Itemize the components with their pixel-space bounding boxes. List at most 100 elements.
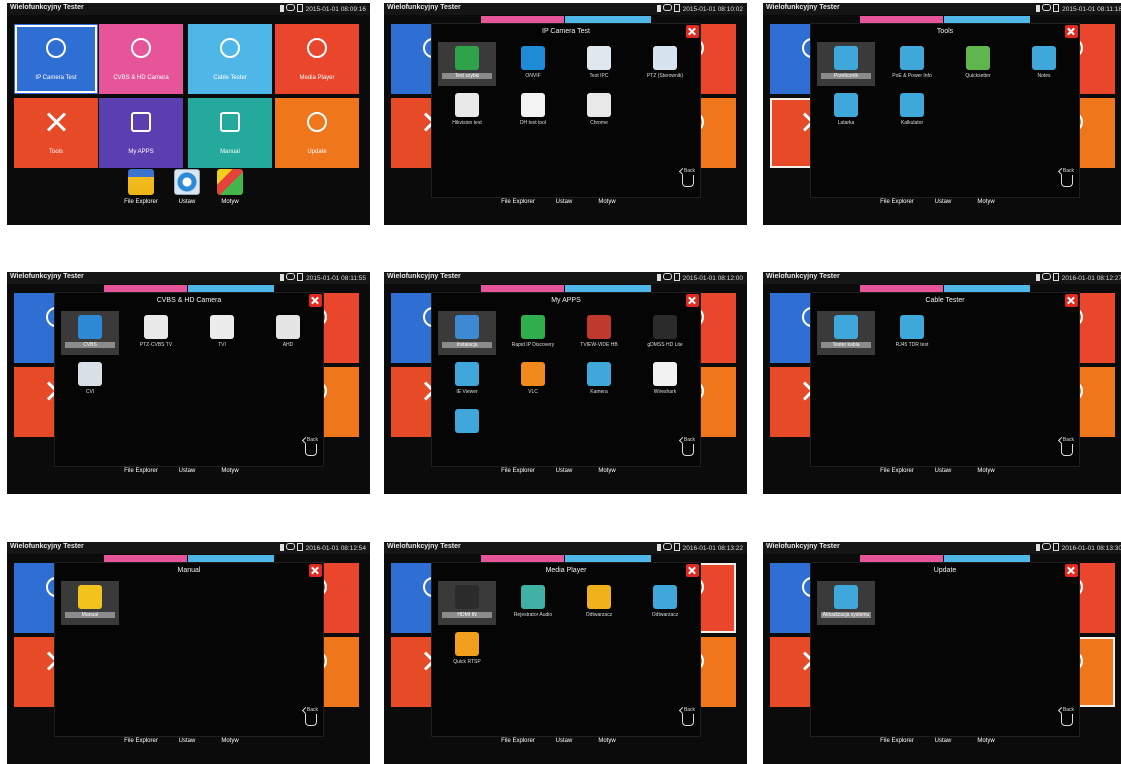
app-label: Przelicznik [821, 73, 871, 79]
app-item[interactable]: Rapid IP Discovery [504, 311, 562, 355]
app-item[interactable]: gDMSS HD Lite [636, 311, 694, 355]
sd-card-icon [297, 273, 304, 281]
dock-label: Motyw [977, 468, 995, 474]
tile-my-apps[interactable]: My APPS [99, 98, 183, 168]
close-icon[interactable] [309, 294, 322, 307]
app-item[interactable]: Test szybki [438, 42, 496, 86]
tile-cable-tester[interactable]: Cable Tester [188, 24, 272, 94]
device-screen: Wielofunkcyjny Tester 2016-01-01 08:12:27… [763, 272, 1121, 494]
sd-card-icon [673, 4, 680, 12]
app-item[interactable]: Wireshark [636, 358, 694, 402]
app-item[interactable]: DH test tool [504, 89, 562, 133]
theme-icon[interactable] [217, 169, 243, 195]
clock: 2015-01-01 08:12:00 [682, 275, 743, 282]
battery-icon [1035, 274, 1040, 281]
app-item[interactable]: RJ45 TDR test [883, 311, 941, 355]
app-item[interactable]: Tester kabla [817, 311, 875, 355]
back-icon[interactable] [682, 444, 694, 456]
back-icon[interactable] [682, 714, 694, 726]
dock-label: File Explorer [124, 468, 158, 474]
tile-label: Media Player [299, 75, 335, 81]
onvif-icon [521, 46, 545, 70]
app-label: Quicksetter [965, 73, 991, 79]
back-icon[interactable] [1061, 444, 1073, 456]
back-icon[interactable] [305, 714, 317, 726]
settings-icon[interactable] [174, 169, 200, 195]
app-item[interactable]: Quicksetter [949, 42, 1007, 86]
close-icon[interactable] [1065, 564, 1078, 577]
app-item[interactable]: PTZ (Sterownik) [636, 42, 694, 86]
cable-test-icon [834, 315, 858, 339]
battery-icon [1035, 544, 1040, 551]
status-bar: Wielofunkcyjny Tester 2015-01-01 08:10:02 [384, 3, 747, 15]
app-item[interactable]: Odtwarzacz [570, 581, 628, 625]
back-label: Back [1062, 707, 1074, 713]
close-icon[interactable] [686, 25, 699, 38]
app-item[interactable]: Przelicznik [817, 42, 875, 86]
device-screen: Wielofunkcyjny Tester 2016-01-01 08:12:54… [7, 542, 370, 764]
sd-card-icon [296, 543, 303, 551]
app-item[interactable]: Quick RTSP [438, 628, 496, 672]
app-item[interactable]: TVI [193, 311, 251, 355]
back-icon[interactable] [682, 175, 694, 187]
app-item[interactable]: VLC [504, 358, 562, 402]
device-screen: Wielofunkcyjny Tester 2016-01-01 08:13:30… [763, 542, 1121, 764]
app-item[interactable]: HDMI IN [438, 581, 496, 625]
status-area: 2015-01-01 08:11:55 [280, 273, 366, 282]
folder-icon[interactable] [128, 169, 154, 195]
back-icon[interactable] [1061, 175, 1073, 187]
app-item[interactable]: AHD [259, 311, 317, 355]
back-label: Back [683, 437, 695, 443]
sd-card-icon [673, 543, 680, 551]
tile-manual[interactable]: Manual [188, 98, 272, 168]
app-item[interactable]: Kamera [570, 358, 628, 402]
app-item[interactable]: IE Viewer [438, 358, 496, 402]
tile-update[interactable]: Update [275, 98, 359, 168]
app-item[interactable]: Odtwarzacz [636, 581, 694, 625]
app-item[interactable]: Latarka [817, 89, 875, 133]
close-icon[interactable] [1065, 25, 1078, 38]
close-icon[interactable] [1065, 294, 1078, 307]
app-item[interactable]: Chrome [570, 89, 628, 133]
app-item[interactable]: Kalkulator [883, 89, 941, 133]
rtsp-icon [455, 632, 479, 656]
app-item[interactable]: Aktualizacja systemu [817, 581, 875, 625]
app-item[interactable]: PoE & Power Info [883, 42, 941, 86]
app-item[interactable] [438, 405, 496, 449]
tile-ip-camera-test[interactable]: IP Camera Test [14, 24, 98, 94]
app-label: Wireshark [653, 389, 677, 395]
tile-tools[interactable]: Tools [14, 98, 98, 168]
app-label: Instalacja [442, 342, 492, 348]
charging-icon [662, 543, 672, 550]
video-icon [653, 585, 677, 609]
app-item[interactable]: PTZ-CVBS TV [127, 311, 185, 355]
close-icon[interactable] [309, 564, 322, 577]
close-icon[interactable] [686, 564, 699, 577]
cctv-camera-icon [46, 38, 66, 58]
app-item[interactable]: CVBS [61, 311, 119, 355]
app-item[interactable]: Manual [61, 581, 119, 625]
app-label: Test IPC [589, 73, 609, 79]
dh-icon [521, 93, 545, 117]
app-title: Wielofunkcyjny Tester [10, 4, 84, 11]
tvi-icon [210, 315, 234, 339]
back-icon[interactable] [305, 444, 317, 456]
app-item[interactable]: Instalacja [438, 311, 496, 355]
app-item[interactable]: ONVIF [504, 42, 562, 86]
app-label: PTZ (Sterownik) [646, 73, 684, 79]
close-icon[interactable] [686, 294, 699, 307]
app-item[interactable]: CVI [61, 358, 119, 402]
app-item[interactable]: TVIEW-VIDE HB [570, 311, 628, 355]
chrome-icon [587, 93, 611, 117]
app-item[interactable]: Rejestrator Audio [504, 581, 562, 625]
app-item[interactable]: Hikvision test [438, 89, 496, 133]
app-item[interactable]: Test IPC [570, 42, 628, 86]
tile-cvbs-hd-camera[interactable]: CVBS & HD Camera [99, 24, 183, 94]
status-bar: Wielofunkcyjny Tester 2015-01-01 08:11:55 [7, 272, 370, 284]
charging-icon [662, 4, 672, 11]
ptz-icon [653, 46, 677, 70]
dock-label: File Explorer [880, 199, 914, 205]
app-item[interactable]: Notes [1015, 42, 1073, 86]
back-icon[interactable] [1061, 714, 1073, 726]
tile-media-player[interactable]: Media Player [275, 24, 359, 94]
